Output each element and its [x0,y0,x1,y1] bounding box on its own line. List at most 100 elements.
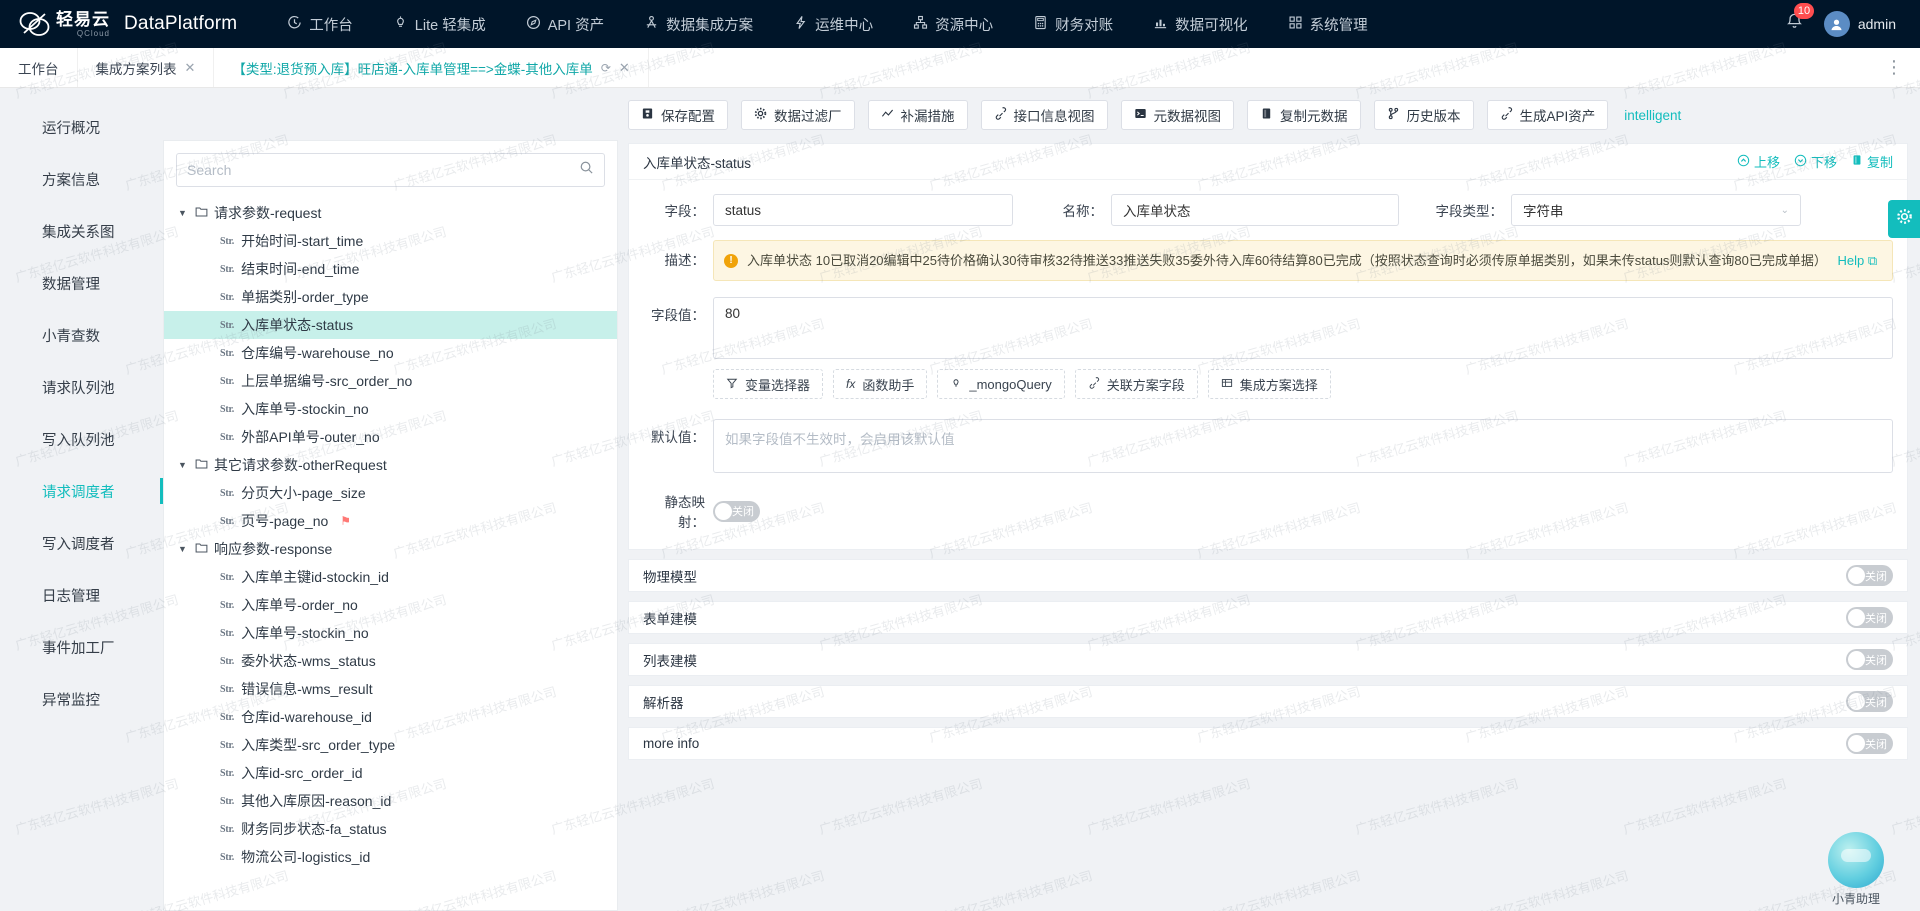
tree-leaf-end-time[interactable]: Str. 结束时间-end_time [164,255,617,283]
chevron-down-icon[interactable]: ▼ [178,460,189,470]
sidebar-item-integration-graph[interactable]: 集成关系图 [0,210,163,252]
close-icon[interactable]: ✕ [185,60,196,76]
tabbar-more-button[interactable]: ⋮ [1869,48,1920,87]
sidebar-item-run-overview[interactable]: 运行概况 [0,106,163,148]
tree-leaf-order-type[interactable]: Str. 单据类别-order_type [164,283,617,311]
tree-leaf-warehouse-id[interactable]: Str. 仓库id-warehouse_id [164,703,617,731]
notifications-button[interactable]: 10 [1785,12,1804,36]
tree-leaf-page-size[interactable]: Str. 分页大小-page_size [164,479,617,507]
metadata-view-button[interactable]: 元数据视图 [1121,100,1235,130]
sidebar-item-plan-info[interactable]: 方案信息 [0,158,163,200]
accordion-form-model[interactable]: 表单建模 关闭 [628,601,1908,634]
nav-item-workbench[interactable]: 工作台 [267,0,373,48]
tree-node-label: 委外状态-wms_status [241,651,376,671]
parser-toggle[interactable]: 关闭 [1846,691,1893,712]
sidebar-item-data-management[interactable]: 数据管理 [0,262,163,304]
related-scheme-field-button[interactable]: 关联方案字段 [1075,369,1198,399]
sidebar-item-request-queue-pool[interactable]: 请求队列池 [0,366,163,408]
tree-leaf-logistics-id[interactable]: Str. 物流公司-logistics_id [164,843,617,871]
interface-info-view-button[interactable]: 接口信息视图 [981,100,1108,130]
field-name-input[interactable]: 入库单状态 [1111,194,1399,226]
move-up-button[interactable]: 上移 [1737,152,1780,171]
generate-api-asset-button[interactable]: 生成API资产 [1487,100,1609,130]
accordion-list-model[interactable]: 列表建模 关闭 [628,643,1908,676]
mongo-query-button[interactable]: _mongoQuery [937,369,1064,399]
reload-icon[interactable]: ⟳ [601,61,611,75]
help-link[interactable]: Help ⧉ [1838,253,1878,268]
tree-leaf-reason-id[interactable]: Str. 其他入库原因-reason_id [164,787,617,815]
nav-item-resource-center[interactable]: 资源中心 [893,0,1013,48]
tree-folder-response[interactable]: ▼ 响应参数-response [164,535,617,563]
tree-folder-other-request[interactable]: ▼ 其它请求参数-otherRequest [164,451,617,479]
settings-edge-button[interactable] [1888,200,1920,238]
tab-active-scheme[interactable]: 【类型:退货预入库】旺店通-入库单管理==>金蝶-其他入库单 ⟳ ✕ [214,48,648,87]
tree-leaf-src-order-type[interactable]: Str. 入库类型-src_order_type [164,731,617,759]
search-input[interactable] [187,162,579,178]
sidebar-item-exception-monitor[interactable]: 异常监控 [0,678,163,720]
field-type-select[interactable]: 字符串 ⌄ [1511,194,1801,226]
nav-item-finance-reconcile[interactable]: 财务对账 [1013,0,1133,48]
tab-integration-plan-list[interactable]: 集成方案列表 ✕ [78,48,215,87]
tree-leaf-wms-result[interactable]: Str. 错误信息-wms_result [164,675,617,703]
assistant-widget[interactable]: 小青助理 [1810,832,1902,907]
patch-measure-button[interactable]: 补漏措施 [868,100,968,130]
move-down-button[interactable]: 下移 [1794,152,1837,171]
tree-leaf-order-no[interactable]: Str. 入库单号-order_no [164,591,617,619]
chevron-down-icon[interactable]: ▼ [178,544,189,554]
tree-leaf-src-order-id[interactable]: Str. 入库id-src_order_id [164,759,617,787]
search-icon[interactable] [579,160,594,180]
tree-leaf-src-order-no[interactable]: Str. 上层单据编号-src_order_no [164,367,617,395]
tree-leaf-start-time[interactable]: Str. 开始时间-start_time [164,227,617,255]
tree-leaf-outer-no[interactable]: Str. 外部API单号-outer_no [164,423,617,451]
copy-metadata-button[interactable]: 复制元数据 [1247,100,1361,130]
sidebar-item-write-scheduler[interactable]: 写入调度者 [0,522,163,564]
accordion-more-info[interactable]: more info 关闭 [628,727,1908,760]
tree-leaf-fa-status[interactable]: Str. 财务同步状态-fa_status [164,815,617,843]
function-helper-button[interactable]: fx 函数助手 [833,369,927,399]
tree-leaf-wms-status[interactable]: Str. 委外状态-wms_status [164,647,617,675]
user-menu[interactable]: admin [1824,11,1896,37]
accordion-parser[interactable]: 解析器 关闭 [628,685,1908,718]
sidebar-item-event-factory[interactable]: 事件加工厂 [0,626,163,668]
field-key-input[interactable]: status [713,194,1013,226]
sidebar-item-label: 集成关系图 [42,221,115,242]
tree-folder-request[interactable]: ▼ 请求参数-request [164,199,617,227]
sidebar-item-label: 事件加工厂 [42,637,115,658]
nav-item-system-management[interactable]: 系统管理 [1268,0,1388,48]
intelligent-link[interactable]: intelligent [1624,108,1681,123]
nav-item-data-visualization[interactable]: 数据可视化 [1133,0,1268,48]
integration-scheme-select-button[interactable]: 集成方案选择 [1208,369,1331,399]
tree-leaf-stockin-no[interactable]: Str. 入库单号-stockin_no [164,395,617,423]
nav-item-data-integration-plan[interactable]: 数据集成方案 [624,0,773,48]
data-filter-button[interactable]: 数据过滤厂 [741,100,855,130]
form-model-toggle[interactable]: 关闭 [1846,607,1893,628]
nav-item-ops-center[interactable]: 运维中心 [773,0,893,48]
nav-item-api-assets[interactable]: API 资产 [506,0,624,48]
list-model-toggle[interactable]: 关闭 [1846,649,1893,670]
tree-leaf-stockin-id[interactable]: Str. 入库单主键id-stockin_id [164,563,617,591]
accordion-physical-model[interactable]: 物理模型 关闭 [628,559,1908,592]
sidebar-item-write-queue-pool[interactable]: 写入队列池 [0,418,163,460]
sidebar-item-xiaoqing-query[interactable]: 小青查数 [0,314,163,356]
sidebar-item-request-scheduler[interactable]: 请求调度者 [0,470,163,512]
search-box[interactable] [176,153,605,187]
chevron-down-icon[interactable]: ▼ [178,208,189,218]
tree-leaf-page-no[interactable]: Str. 页号-page_no ⚑ [164,507,617,535]
history-version-button[interactable]: 历史版本 [1374,100,1474,130]
field-value-textarea[interactable]: 80 [713,297,1893,359]
static-mapping-toggle[interactable]: 关闭 [713,501,760,522]
tree-leaf-response-stockin-no[interactable]: Str. 入库单号-stockin_no [164,619,617,647]
tab-workbench[interactable]: 工作台 [0,48,78,87]
sidebar-item-log-management[interactable]: 日志管理 [0,574,163,616]
default-value-textarea[interactable]: 如果字段值不生效时，会启用该默认值 [713,419,1893,473]
save-config-button[interactable]: 保存配置 [628,100,728,130]
physical-model-toggle[interactable]: 关闭 [1846,565,1893,586]
tree-node-label: 入库id-src_order_id [241,763,362,783]
variable-selector-button[interactable]: 变量选择器 [713,369,823,399]
more-info-toggle[interactable]: 关闭 [1846,733,1893,754]
nav-item-lite-integration[interactable]: Lite 轻集成 [373,0,506,48]
copy-field-button[interactable]: 复制 [1851,152,1893,171]
tree-leaf-warehouse-no[interactable]: Str. 仓库编号-warehouse_no [164,339,617,367]
tree-leaf-status[interactable]: Str. 入库单状态-status [164,311,617,339]
close-icon[interactable]: ✕ [619,60,630,76]
